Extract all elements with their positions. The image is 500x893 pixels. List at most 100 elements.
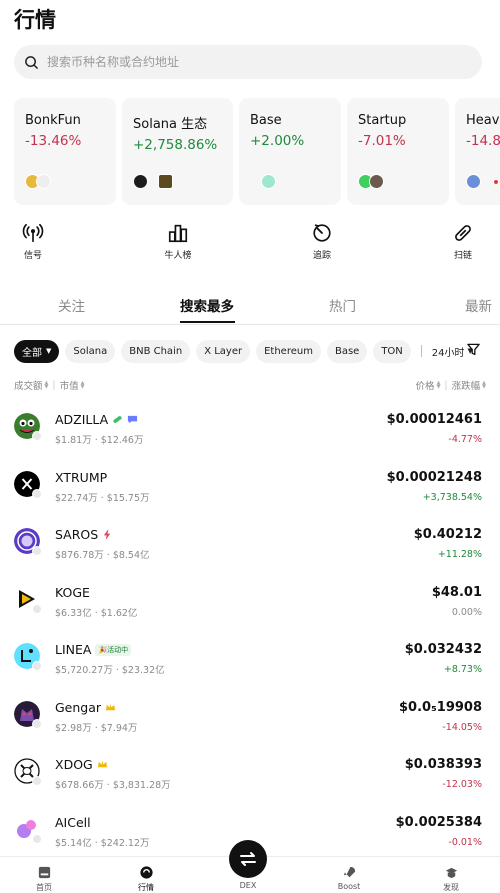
chain-badge-icon: [32, 488, 42, 499]
token-price: $0.00021248: [386, 469, 482, 485]
token-change: +11.28%: [437, 549, 482, 560]
quick-action-leaderboard[interactable]: 牛人榜: [148, 222, 208, 261]
sort-volume[interactable]: 成交额: [14, 378, 43, 392]
token-row[interactable]: XDOG $678.66万 · $3,831.28万 $0.038393 -12.0…: [0, 743, 500, 801]
token-market-cap: $242.12万: [100, 837, 150, 849]
token-market-cap: $8.54亿: [112, 550, 150, 561]
column-header-left: 成交额 ▲ ▼ | 市值 ▲ ▼: [14, 378, 84, 393]
chain-badge-icon: [32, 776, 42, 786]
token-thumb-icon: [466, 174, 481, 189]
lightning-icon: [104, 529, 111, 540]
chain-badge-icon: [32, 431, 42, 441]
nav-discover[interactable]: 发现: [421, 865, 481, 893]
category-card[interactable]: Solana 生态 +2,758.86%: [122, 98, 233, 205]
category-change: -13.46%: [25, 133, 82, 149]
category-card[interactable]: Heaven -14.80: [455, 98, 500, 205]
search-bar[interactable]: [14, 45, 482, 79]
nav-boost[interactable]: Boost: [319, 865, 379, 891]
token-volume: $5,720.27万: [55, 665, 113, 676]
token-market-cap: $7.94万: [100, 722, 138, 734]
token-name: ADZILLA: [55, 412, 138, 427]
token-volume: $876.78万: [55, 550, 104, 561]
chain-chip-base[interactable]: Base: [326, 339, 368, 363]
chain-chip-all[interactable]: 全部 ▼: [14, 339, 60, 363]
chain-chip-ethereum[interactable]: Ethereum: [256, 339, 321, 363]
token-row[interactable]: SAROS $876.78万 · $8.54亿 $0.40212 +11.28%: [0, 513, 500, 571]
chain-badge-icon: [32, 833, 42, 844]
category-name: Heaven: [466, 113, 500, 128]
crown-icon: [105, 703, 116, 710]
tracking-icon: [313, 224, 331, 242]
filter-funnel-icon[interactable]: [466, 342, 481, 357]
filter-divider: [420, 345, 422, 357]
chain-chip-ton[interactable]: TON: [373, 339, 411, 363]
token-symbol: XDOG: [55, 757, 93, 772]
token-volume: $1.81万: [55, 435, 92, 446]
tab-most-searched[interactable]: 搜索最多: [180, 295, 234, 315]
token-volume: $22.74万: [55, 492, 98, 504]
active-tab-indicator: [180, 321, 235, 323]
dot-separator: ·: [106, 780, 110, 791]
dot-separator: ·: [94, 722, 98, 734]
token-stats: $22.74万 · $15.75万: [55, 490, 150, 504]
token-stats: $2.98万 · $7.94万: [55, 720, 137, 734]
category-card[interactable]: BonkFun -13.46%: [14, 98, 116, 205]
token-change: -0.01%: [448, 836, 482, 848]
token-price: $0.0025384: [395, 814, 482, 830]
token-row[interactable]: LINEA 🎉活动中 $5,720.27万 · $23.32亿 $0.032432 …: [0, 628, 500, 686]
swap-icon: [240, 852, 256, 866]
category-name: Startup: [358, 113, 407, 128]
tab-following[interactable]: 关注: [58, 295, 85, 315]
tab-newest[interactable]: 最新: [465, 295, 492, 315]
timeframe-label: 24小时: [431, 347, 465, 359]
nav-dex-label: DEX: [239, 881, 257, 890]
nav-home[interactable]: 首页: [14, 865, 74, 893]
token-price: $0.40212: [413, 527, 482, 542]
chain-chip-bnb[interactable]: BNB Chain: [121, 339, 191, 363]
token-thumb-icon: [133, 174, 148, 189]
sort-change[interactable]: 涨跌幅: [452, 378, 481, 392]
quick-action-label: 扫链: [453, 251, 472, 261]
token-name: SAROS: [55, 527, 113, 542]
category-token-icons: [358, 174, 388, 189]
token-stats: $5.14亿 · $242.12万: [55, 835, 150, 849]
token-row[interactable]: KOGE $6.33亿 · $1.62亿 $48.01 0.00%: [0, 571, 500, 629]
chain-badge-icon: [32, 661, 42, 671]
token-change: 0.00%: [451, 606, 482, 618]
token-row[interactable]: Gengar $2.98万 · $7.94万 $0.0₅19908 -14.05%: [0, 686, 500, 744]
category-card[interactable]: Base +2.00%: [239, 98, 341, 205]
nav-label: 首页: [36, 883, 52, 892]
nav-market[interactable]: 行情: [116, 865, 176, 893]
dot-separator: ·: [94, 837, 98, 849]
quick-action-link-scan[interactable]: 扫链: [433, 222, 493, 261]
sort-market-cap[interactable]: 市值: [60, 378, 79, 392]
tab-hot[interactable]: 热门: [329, 295, 356, 315]
tab-bar: 关注 搜索最多 热门 最新: [0, 285, 500, 325]
token-thumb-icon: [493, 179, 499, 185]
dex-swap-button[interactable]: [229, 840, 267, 878]
search-input[interactable]: [47, 55, 447, 69]
chain-chip-xlayer[interactable]: X Layer: [196, 339, 251, 363]
sort-arrows-icon: ▲ ▼: [44, 380, 49, 390]
quick-action-tracking[interactable]: 追踪: [292, 222, 352, 261]
category-token-icons: [133, 174, 177, 189]
chain-chip-solana[interactable]: Solana: [65, 339, 116, 363]
chip-label: 全部: [22, 347, 42, 359]
category-card[interactable]: Startup -7.01%: [347, 98, 449, 205]
dot-separator: ·: [94, 607, 98, 619]
nav-label: 发现: [443, 883, 459, 892]
sort-price[interactable]: 价格: [416, 378, 435, 392]
token-stats: $678.66万 · $3,831.28万: [55, 777, 171, 791]
chain-badge-icon: [32, 603, 42, 614]
token-row[interactable]: XTRUMP $22.74万 · $15.75万 $0.00021248 +3,73…: [0, 456, 500, 514]
category-carousel[interactable]: BonkFun -13.46% Solana 生态 +2,758.86% Bas…: [14, 98, 500, 205]
token-price: $48.01: [431, 584, 482, 600]
home-icon: [38, 866, 50, 879]
token-symbol: Gengar: [55, 699, 102, 715]
quick-action-signal[interactable]: 信号: [3, 222, 63, 261]
token-price: $0.00012461: [386, 412, 482, 427]
event-active-badge: 🎉活动中: [95, 643, 132, 656]
token-row[interactable]: ADZILLA $1.81万 · $12.46万 $0.00012461 -4.77…: [0, 398, 500, 456]
pill-icon: [113, 416, 122, 423]
token-name: LINEA 🎉活动中: [55, 642, 132, 657]
